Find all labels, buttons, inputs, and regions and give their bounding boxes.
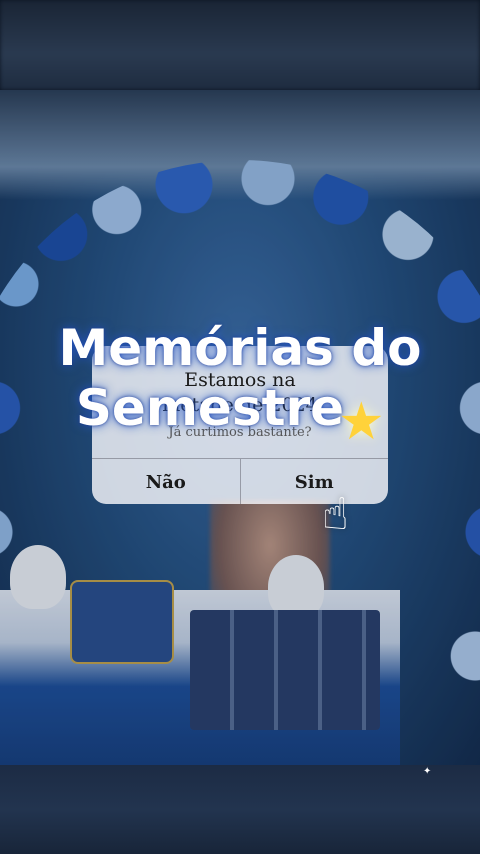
sparkle-icon: ✦ (423, 766, 432, 777)
blurred-top-band (0, 0, 480, 90)
no-button[interactable]: Não (92, 459, 240, 504)
dialog-title-line1: Estamos na (184, 369, 296, 391)
yes-button[interactable]: Sim (239, 459, 389, 504)
pointing-hand-icon: ☝ (322, 489, 349, 540)
blurred-bottom-band (0, 765, 480, 854)
star-icon: ★ (338, 392, 385, 452)
